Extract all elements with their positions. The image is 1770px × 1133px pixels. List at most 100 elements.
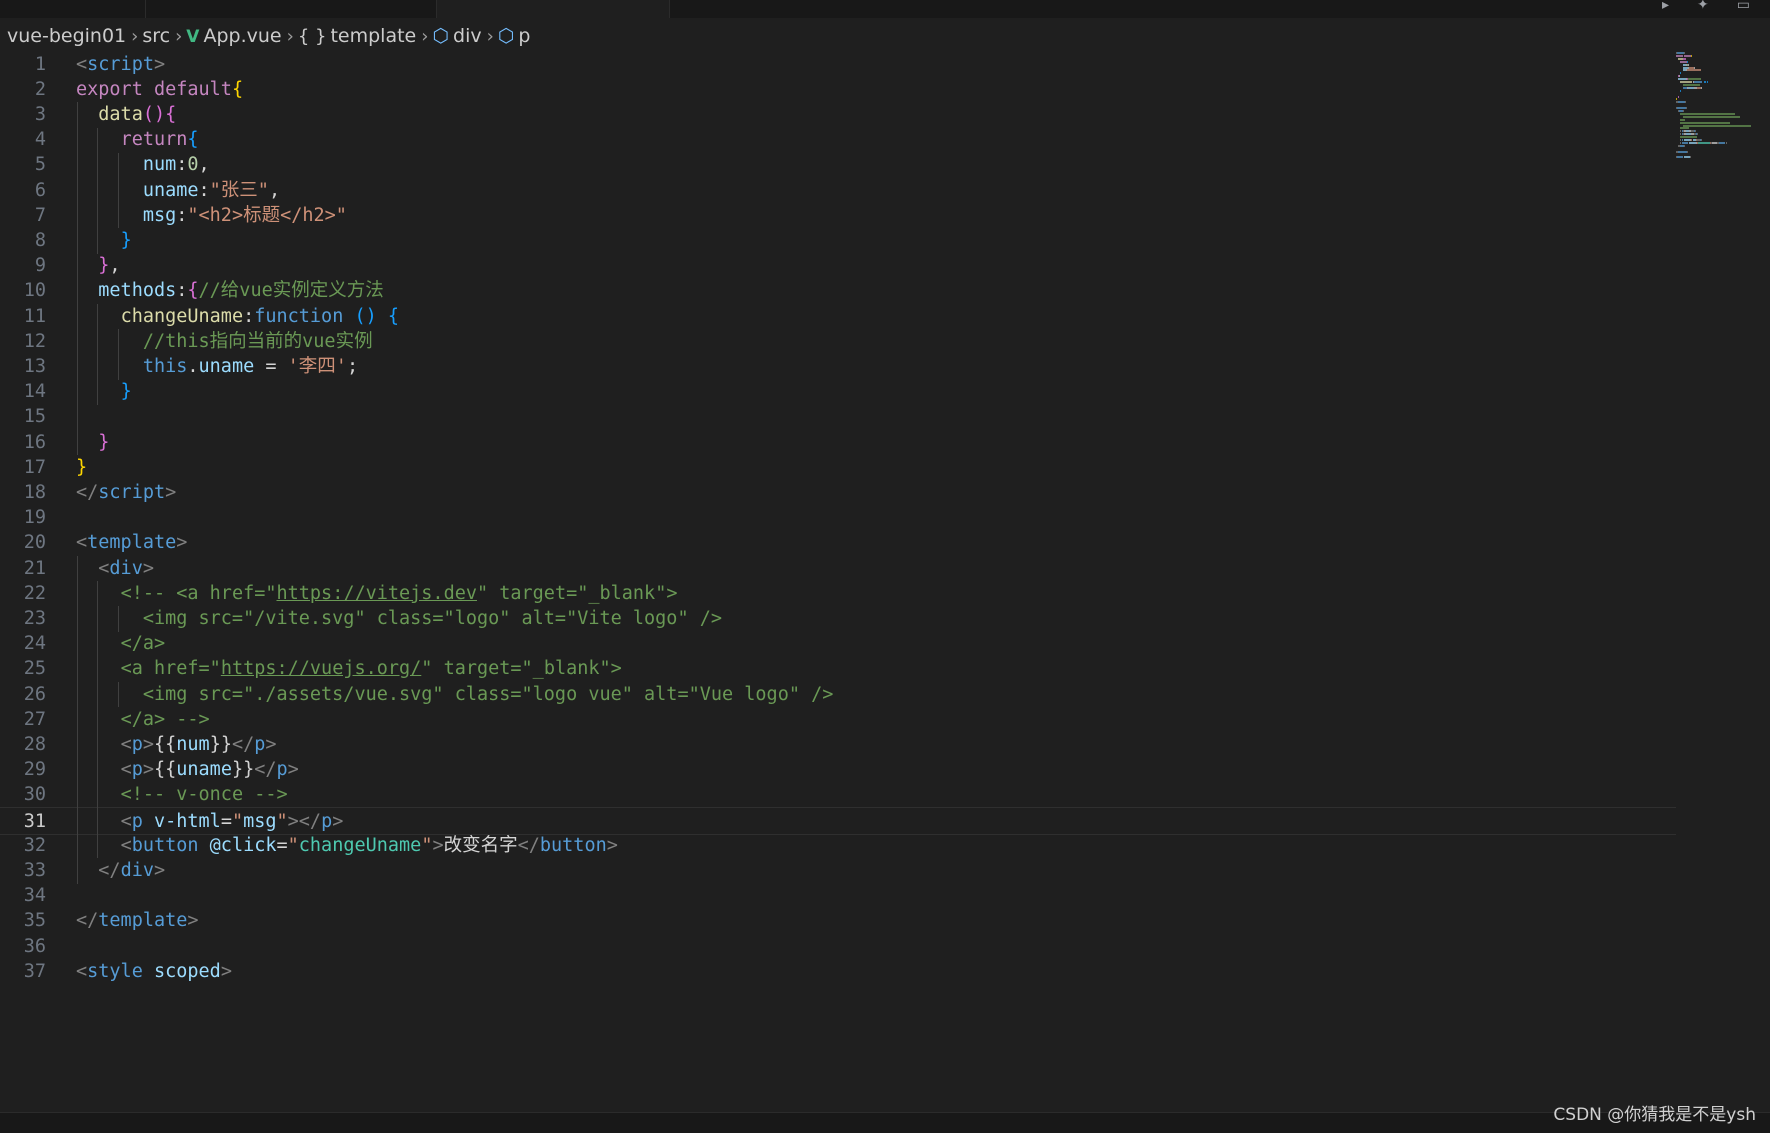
line-number: 2 <box>34 78 46 100</box>
code-text: } <box>76 454 87 482</box>
code-line[interactable]: 31 <p v-html="msg"></p> <box>0 806 1676 835</box>
minimap-stroke <box>1677 156 1683 159</box>
minimap-stroke <box>1683 54 1692 57</box>
code-line[interactable]: 14 } <box>0 378 1676 406</box>
minimap-stroke <box>1710 121 1730 124</box>
breadcrumb-separator: › <box>421 25 429 47</box>
code-line[interactable]: 1 <script> <box>0 51 1676 79</box>
breadcrumb-item[interactable]: ⬡ div <box>432 25 481 47</box>
code-line[interactable]: 29 <p>{{uname}}</p> <box>0 756 1676 784</box>
breadcrumb-item[interactable]: { } template <box>298 25 416 47</box>
code-line[interactable]: 28 <p>{{num}}</p> <box>0 731 1676 759</box>
code-token: : <box>243 305 255 327</box>
breadcrumb-item[interactable]: vue-begin01 <box>7 25 126 47</box>
line-number: 12 <box>23 330 46 352</box>
code-line[interactable]: 8 } <box>0 227 1676 255</box>
code-token: default <box>153 78 232 100</box>
code-token: p <box>254 733 266 755</box>
editor-tab[interactable] <box>0 0 146 18</box>
code-token: <img src="./assets/vue.svg" class="logo … <box>142 683 834 705</box>
split-editor-icon[interactable]: ▭ <box>1737 0 1750 12</box>
breadcrumb-item[interactable]: ⬡ p <box>498 25 531 47</box>
code-token: uname <box>176 759 232 781</box>
code-line[interactable]: 7 msg:"<h2>标题</h2>" <box>0 202 1676 230</box>
code-line[interactable]: 23 <img src="/vite.svg" class="logo" alt… <box>0 605 1676 633</box>
code-line[interactable]: 16 } <box>0 429 1676 457</box>
breadcrumb-label: p <box>518 25 531 47</box>
code-line[interactable]: 9 }, <box>0 252 1676 280</box>
code-line[interactable]: 21 <div> <box>0 555 1676 583</box>
code-line[interactable]: 24 </a> <box>0 630 1676 658</box>
code-line[interactable]: 34 <box>0 882 1676 910</box>
minimap[interactable] <box>1676 52 1756 162</box>
code-editor[interactable]: 1 <script> 2 export default{3 data(){4 retu… <box>0 52 1770 1112</box>
minimap-stroke <box>1682 57 1686 60</box>
minimap-stroke <box>1701 86 1703 89</box>
minimap-stroke <box>1680 72 1682 75</box>
code-line[interactable]: 5 num:0, <box>0 151 1676 179</box>
line-number: 6 <box>34 179 46 201</box>
code-line[interactable]: 37 <style scoped> <box>0 958 1676 986</box>
code-line[interactable]: 35 </template> <box>0 907 1676 935</box>
vue-icon: V <box>186 27 200 47</box>
editor-tab[interactable] <box>146 0 437 18</box>
code-token: " <box>231 810 244 832</box>
code-line[interactable]: 6 uname:"张三", <box>0 177 1676 205</box>
code-token: > <box>142 733 154 755</box>
minimap-stroke <box>1676 54 1683 57</box>
code-line[interactable]: 2 export default{ <box>0 76 1676 104</box>
code-line[interactable]: 4 return{ <box>0 126 1676 154</box>
code-line[interactable]: 17} <box>0 454 1676 482</box>
code-token: changeUname <box>298 834 422 856</box>
code-line[interactable]: 15 <box>0 403 1676 431</box>
code-line[interactable]: 13 this.uname = '李四'; <box>0 353 1676 381</box>
code-line[interactable]: 3 data(){ <box>0 101 1676 129</box>
code-line[interactable]: 30 <!-- v-once --> <box>0 781 1676 809</box>
code-line[interactable]: 32 <button @click="changeUname">改变名字</bu… <box>0 832 1676 860</box>
code-line[interactable]: 22 <!-- <a href="https://vitejs.dev" tar… <box>0 580 1676 608</box>
code-token: > <box>220 960 232 982</box>
minimap-stroke <box>1715 112 1736 115</box>
code-line[interactable]: 26 <img src="./assets/vue.svg" class="lo… <box>0 681 1676 709</box>
minimap-stroke <box>1680 127 1690 130</box>
code-token: < <box>120 810 132 832</box>
code-line[interactable]: 12 //this指向当前的vue实例 <box>0 328 1676 356</box>
code-line[interactable]: 18 </script> <box>0 479 1676 507</box>
breadcrumb-item[interactable]: src <box>142 25 170 47</box>
code-line[interactable]: 20 <template> <box>0 529 1676 557</box>
compare-icon[interactable]: ✦ <box>1697 0 1709 12</box>
code-token: : <box>176 280 188 302</box>
minimap-stroke <box>1688 63 1690 66</box>
code-line[interactable]: 25 <a href="https://vuejs.org/" target="… <box>0 655 1676 683</box>
code-line[interactable]: 11 changeUname:function () { <box>0 303 1676 331</box>
line-number: 35 <box>23 910 46 932</box>
line-number: 15 <box>23 406 46 428</box>
run-icon[interactable]: ▸ <box>1662 0 1669 12</box>
breadcrumb-item[interactable]: V App.vue <box>186 25 281 47</box>
code-line[interactable]: 33 </div> <box>0 857 1676 885</box>
code-token: > <box>287 759 299 781</box>
code-token: p <box>131 810 143 832</box>
code-token: @click <box>209 834 277 856</box>
code-token: style <box>87 960 143 982</box>
code-token: () <box>354 305 377 327</box>
code-line[interactable]: 10 methods:{//给vue实例定义方法 <box>0 277 1676 305</box>
code-token: <!-- v-once --> <box>120 784 288 806</box>
code-line[interactable]: 19 <box>0 504 1676 532</box>
code-token: {{ <box>153 733 177 755</box>
code-text: //this指向当前的vue实例 <box>76 328 373 356</box>
minimap-stroke <box>1680 136 1697 139</box>
code-token: " target="_blank"> <box>421 658 622 680</box>
code-text: <p>{{uname}}</p> <box>76 756 299 784</box>
code-line[interactable]: 27 </a> --> <box>0 706 1676 734</box>
code-line[interactable]: 36 <box>0 933 1676 961</box>
editor-tab-active[interactable] <box>437 0 670 18</box>
